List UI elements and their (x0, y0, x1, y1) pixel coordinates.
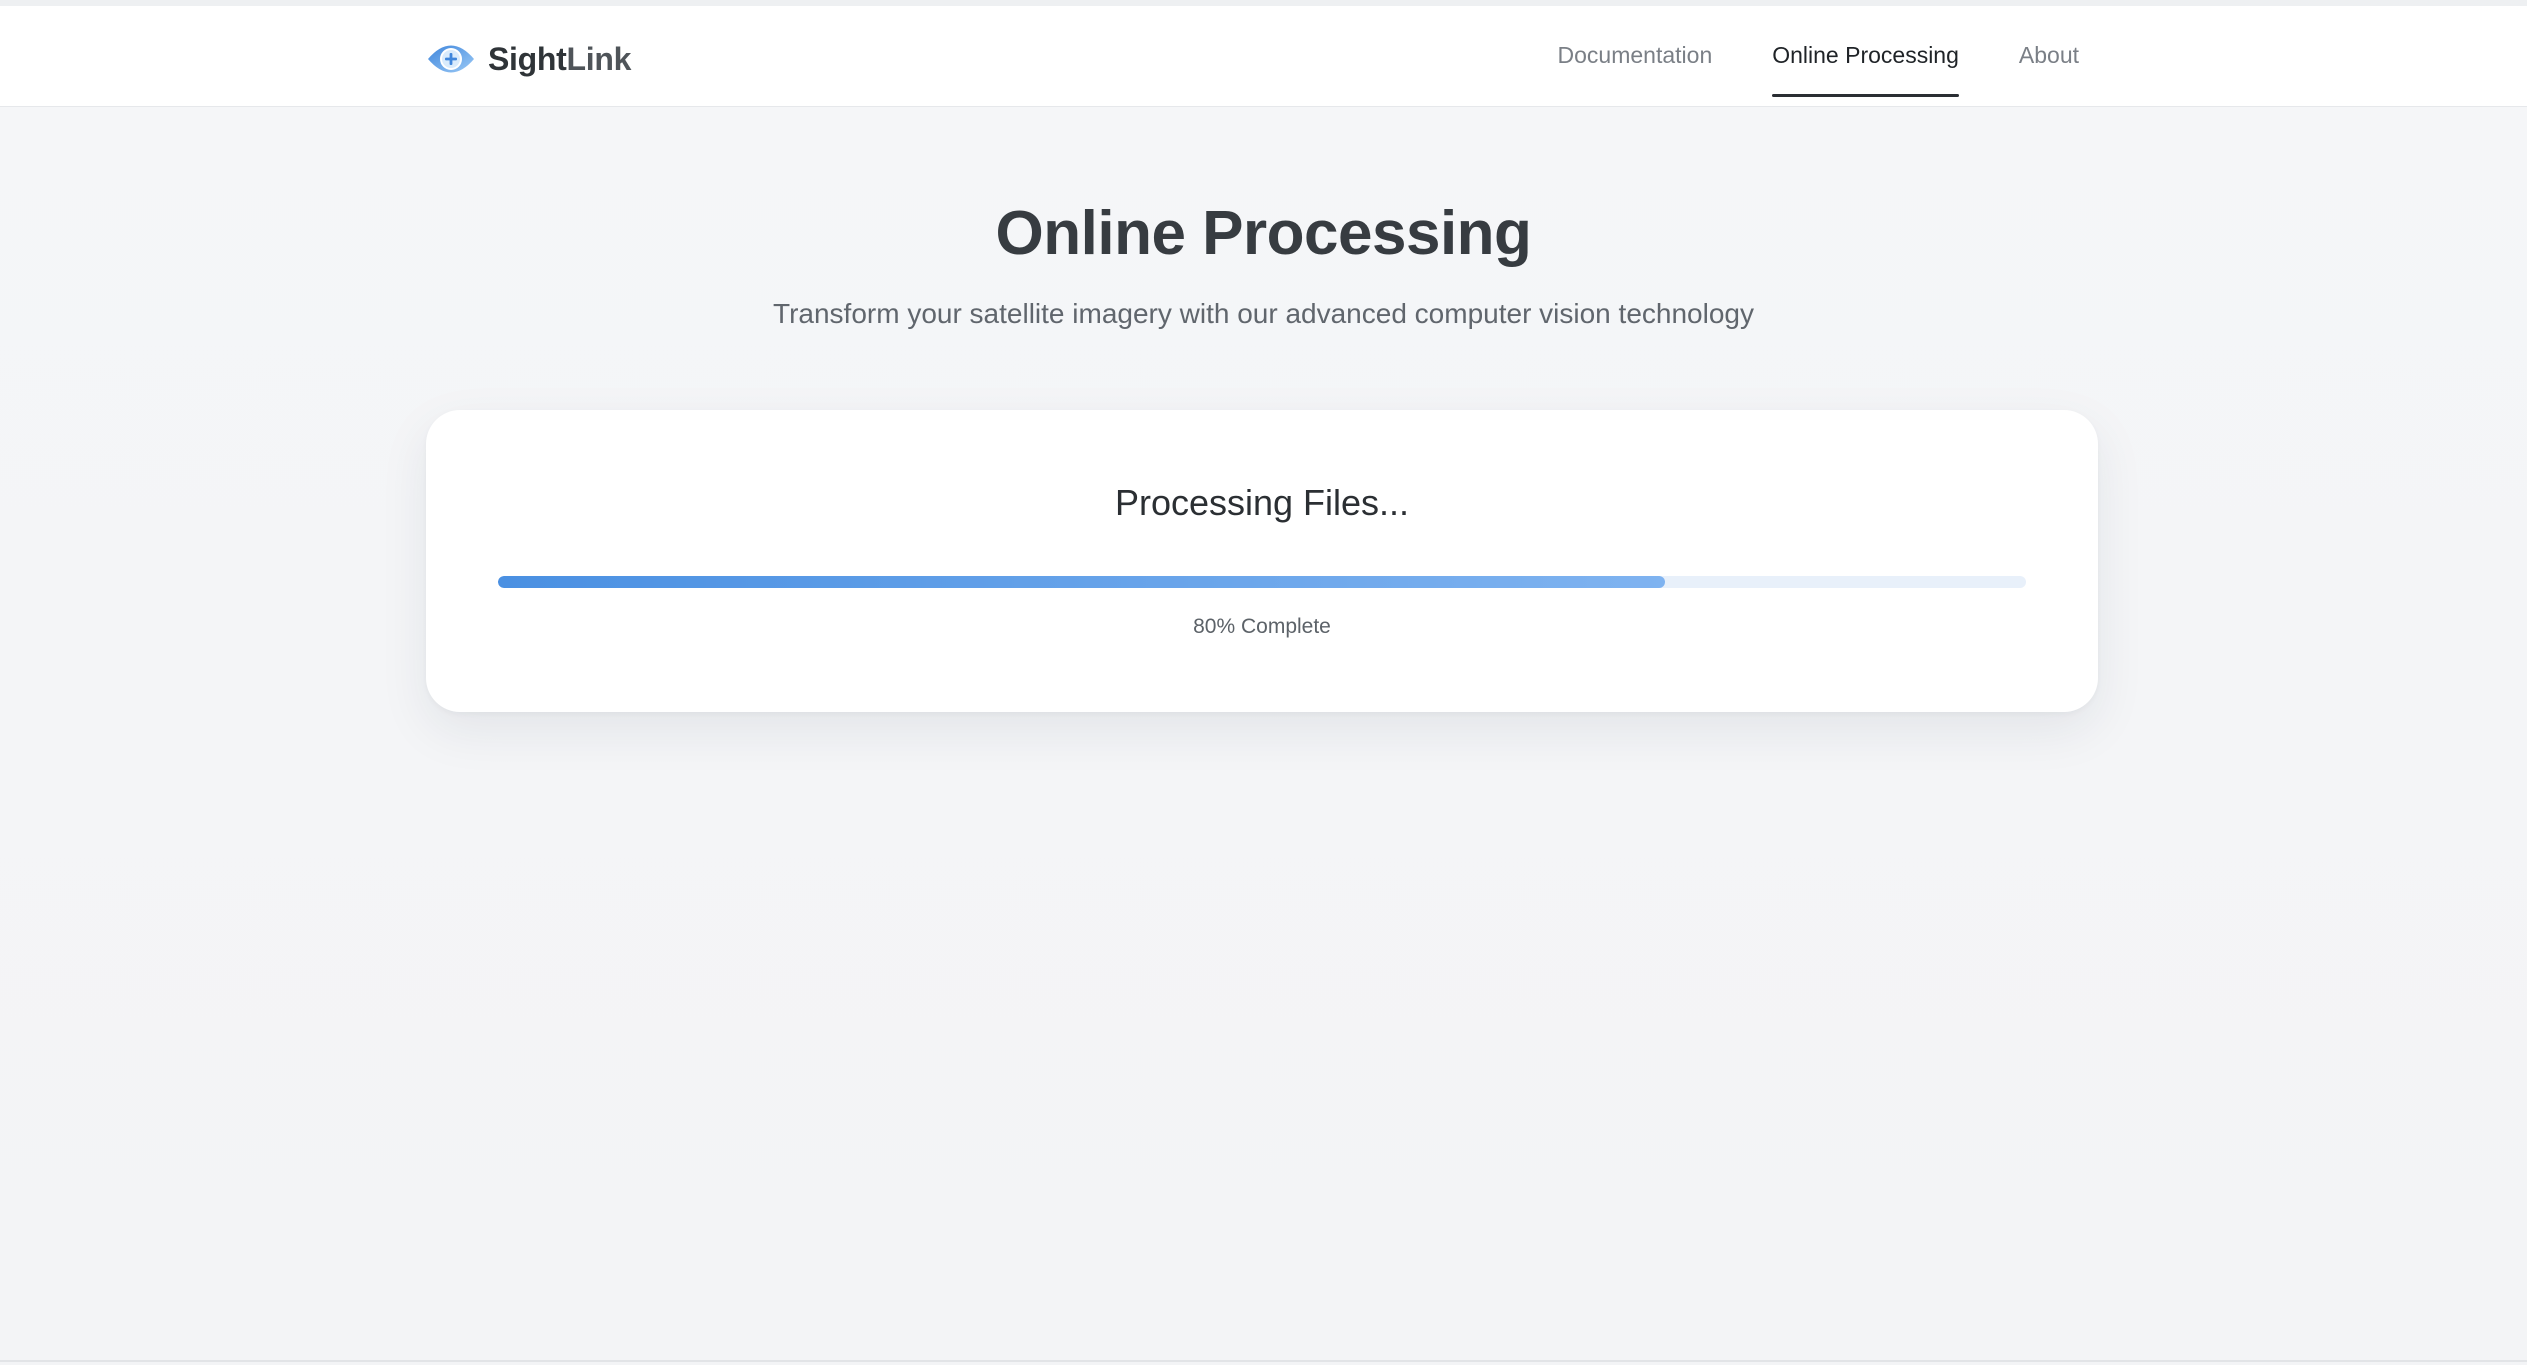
top-navbar: SightLink Documentation Online Processin… (0, 6, 2527, 107)
page-subtitle: Transform your satellite imagery with ou… (773, 298, 1754, 329)
page-title: Online Processing (995, 199, 1532, 268)
processing-title: Processing Files... (1114, 482, 1410, 523)
processing-card: Processing Files... 80% Complete (426, 410, 2098, 712)
nav-about[interactable]: About (2019, 42, 2079, 71)
progress-bar-track (498, 576, 2026, 588)
progress-bar-fill (498, 576, 1666, 588)
main-nav: Documentation Online Processing About (1558, 6, 2079, 106)
eye-plus-icon (428, 45, 474, 73)
bottom-divider (0, 1360, 2527, 1362)
brand-name: SightLink (488, 41, 631, 78)
brand-name-part2: Link (566, 40, 632, 77)
progress-label: 80% Complete (1193, 615, 1331, 638)
nav-documentation[interactable]: Documentation (1558, 42, 1713, 71)
nav-online-processing[interactable]: Online Processing (1772, 42, 1959, 97)
brand-name-part1: Sight (488, 40, 567, 77)
brand-logo-link[interactable]: SightLink (426, 30, 631, 88)
